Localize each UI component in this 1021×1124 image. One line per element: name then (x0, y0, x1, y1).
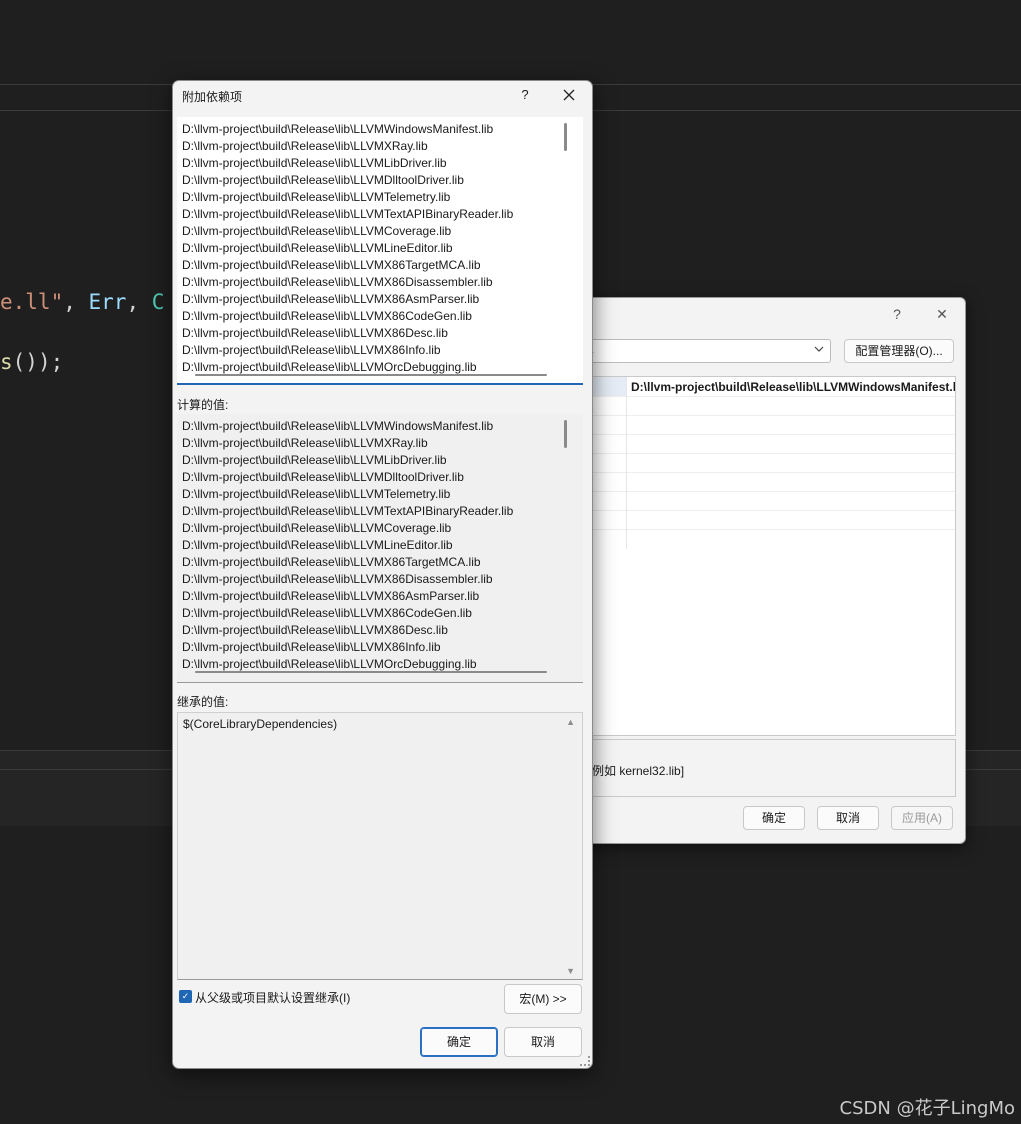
computed-values-list: D:\llvm-project\build\Release\lib\LLVMWi… (177, 414, 583, 683)
code-token: s (0, 350, 13, 374)
description-text: 例如 kernel32.lib] (592, 764, 685, 778)
property-row[interactable] (582, 434, 955, 454)
code-token: Err (88, 290, 127, 314)
lib-line: D:\llvm-project\build\Release\lib\LLVMTe… (182, 207, 514, 221)
editor-lines: D:\llvm-project\build\Release\lib\LLVMWi… (182, 121, 513, 376)
lib-line: D:\llvm-project\build\Release\lib\LLVMX8… (182, 623, 448, 637)
macro-button[interactable]: 宏(M) >> (504, 984, 582, 1014)
code-token: , (63, 290, 89, 314)
lib-line: D:\llvm-project\build\Release\lib\LLVMX8… (182, 606, 472, 620)
lib-line: D:\llvm-project\build\Release\lib\LLVMX8… (182, 343, 441, 357)
close-button[interactable]: ✕ (928, 304, 956, 324)
configuration-dropdown[interactable]: 4 (581, 339, 831, 363)
cancel-button[interactable]: 取消 (817, 806, 879, 830)
lib-line: D:\llvm-project\build\Release\lib\LLVMX8… (182, 589, 480, 603)
apply-button[interactable]: 应用(A) (891, 806, 953, 830)
lib-line: D:\llvm-project\build\Release\lib\LLVMWi… (182, 419, 494, 433)
inherit-checkbox-label[interactable]: 从父级或项目默认设置继承(I) (195, 989, 350, 1006)
lib-line: D:\llvm-project\build\Release\lib\LLVMX8… (182, 572, 493, 586)
lib-line: D:\llvm-project\build\Release\lib\LLVMX8… (182, 640, 441, 654)
code-token: ()); (12, 350, 64, 374)
horizontal-scrollbar[interactable] (195, 374, 547, 376)
property-description: 例如 kernel32.lib] (581, 739, 956, 797)
lib-line: D:\llvm-project\build\Release\lib\LLVMLi… (182, 453, 447, 467)
checkmark-icon: ✓ (181, 991, 190, 1001)
property-row[interactable] (582, 529, 955, 548)
dialog-title: 附加依赖项 (182, 90, 243, 104)
lib-line: D:\llvm-project\build\Release\lib\LLVMX8… (182, 326, 448, 340)
lib-line: D:\llvm-project\build\Release\lib\LLVMX8… (182, 292, 480, 306)
additional-dependencies-dialog: 附加依赖项 ? D:\llvm-project\build\Release\li… (172, 80, 593, 1069)
lib-line: D:\llvm-project\build\Release\lib\LLVMXR… (182, 139, 428, 153)
code-token: , (126, 290, 152, 314)
chevron-down-icon (813, 343, 825, 358)
lib-line: D:\llvm-project\build\Release\lib\LLVMDl… (182, 470, 464, 484)
lib-line: D:\llvm-project\build\Release\lib\LLVMDl… (182, 173, 464, 187)
property-row[interactable]: D:\llvm-project\build\Release\lib\LLVMWi… (582, 377, 955, 397)
code-line[interactable]: e.ll", Err, C (0, 290, 164, 314)
lib-line: D:\llvm-project\build\Release\lib\LLVMCo… (182, 224, 452, 238)
property-row[interactable] (582, 491, 955, 511)
cancel-button[interactable]: 取消 (504, 1027, 582, 1057)
scroll-down-icon[interactable]: ▼ (566, 966, 575, 976)
ok-button[interactable]: 确定 (420, 1027, 498, 1057)
vertical-scrollbar[interactable] (564, 123, 567, 151)
lib-line: D:\llvm-project\build\Release\lib\LLVMTe… (182, 487, 451, 501)
lib-line: D:\llvm-project\build\Release\lib\LLVMTe… (182, 190, 451, 204)
vertical-scrollbar[interactable] (564, 420, 567, 448)
resize-grip[interactable] (580, 1056, 590, 1066)
computed-lines: D:\llvm-project\build\Release\lib\LLVMWi… (182, 418, 513, 673)
lib-line: D:\llvm-project\build\Release\lib\LLVMWi… (182, 122, 494, 136)
horizontal-scrollbar[interactable] (195, 671, 547, 673)
close-icon (563, 89, 575, 101)
inherited-values-label: 继承的值: (177, 695, 229, 709)
computed-values-label: 计算的值: (177, 398, 229, 412)
help-button[interactable]: ? (517, 85, 533, 105)
inherited-values-list: $(CoreLibraryDependencies) ▲ ▼ (177, 712, 583, 980)
property-row[interactable] (582, 396, 955, 416)
property-row[interactable] (582, 472, 955, 492)
lib-line: D:\llvm-project\build\Release\lib\LLVMX8… (182, 555, 481, 569)
close-button[interactable] (559, 83, 579, 107)
watermark: CSDN @花子LingMo (839, 1098, 1015, 1119)
code-line[interactable]: s()); (0, 350, 63, 374)
property-pages-dialog: ? ✕ 4 配置管理器(O)... D:\llvm-project\build\… (560, 297, 966, 844)
lib-line: D:\llvm-project\build\Release\lib\LLVMLi… (182, 241, 453, 255)
property-row[interactable] (582, 415, 955, 435)
code-token: C (151, 290, 165, 314)
lib-line: D:\llvm-project\build\Release\lib\LLVMLi… (182, 538, 453, 552)
property-row[interactable] (582, 510, 955, 530)
config-manager-button[interactable]: 配置管理器(O)... (844, 339, 954, 363)
scroll-up-icon[interactable]: ▲ (566, 717, 575, 727)
lib-line: D:\llvm-project\build\Release\lib\LLVMTe… (182, 504, 514, 518)
lib-line: D:\llvm-project\build\Release\lib\LLVMLi… (182, 156, 447, 170)
lib-line: D:\llvm-project\build\Release\lib\LLVMX8… (182, 275, 493, 289)
inherited-value: $(CoreLibraryDependencies) (183, 717, 338, 731)
lib-line: D:\llvm-project\build\Release\lib\LLVMXR… (182, 436, 428, 450)
lib-line: D:\llvm-project\build\Release\lib\LLVMX8… (182, 309, 472, 323)
lib-line: D:\llvm-project\build\Release\lib\LLVMCo… (182, 521, 452, 535)
property-row[interactable] (582, 453, 955, 473)
property-value: D:\llvm-project\build\Release\lib\LLVMWi… (631, 380, 956, 394)
code-token: e.ll" (0, 290, 64, 314)
lib-line: D:\llvm-project\build\Release\lib\LLVMX8… (182, 258, 481, 272)
dependencies-editor[interactable]: D:\llvm-project\build\Release\lib\LLVMWi… (177, 117, 583, 385)
help-button[interactable]: ? (883, 304, 911, 324)
ok-button[interactable]: 确定 (743, 806, 805, 830)
inherit-checkbox[interactable]: ✓ (179, 990, 192, 1003)
close-icon: ✕ (936, 306, 948, 322)
property-grid: D:\llvm-project\build\Release\lib\LLVMWi… (581, 376, 956, 736)
